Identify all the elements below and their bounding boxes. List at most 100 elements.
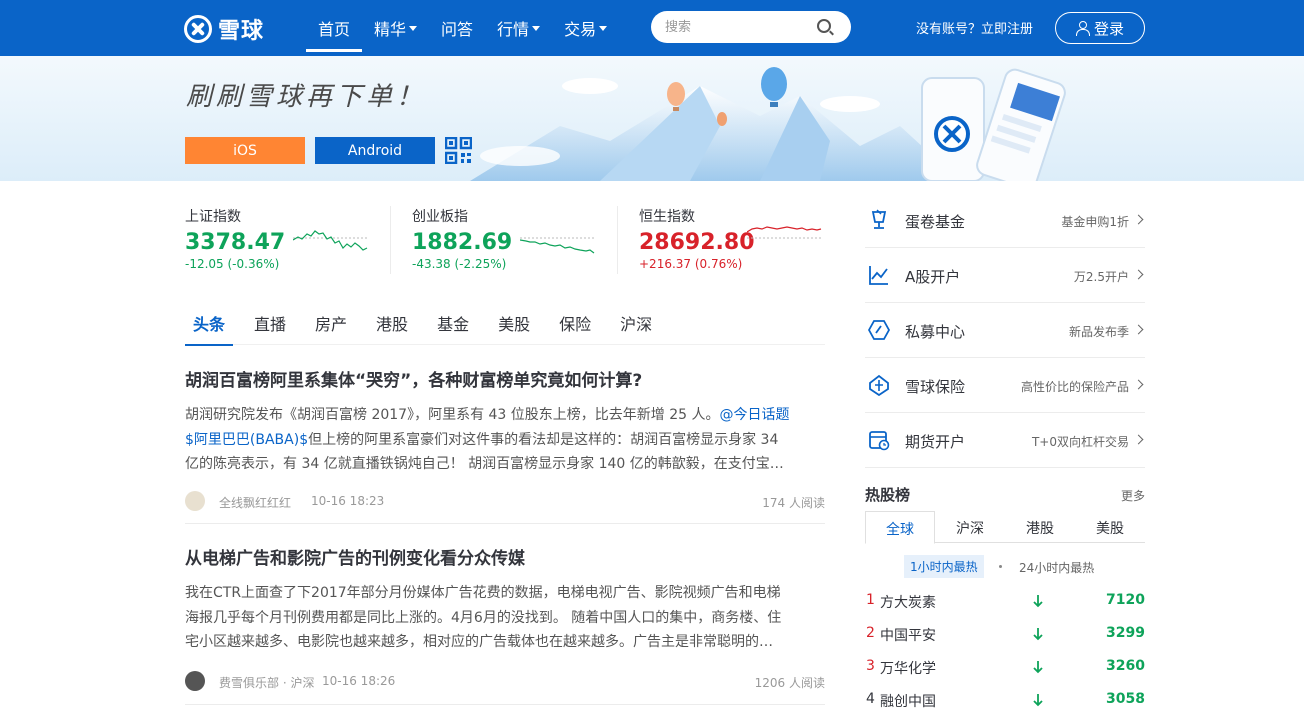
signup-link[interactable]: 没有账号？立即注册 [916, 18, 1033, 37]
article-text: 海报几乎每个月刊例费用都是同比上涨的。4月6月的没找到。 随着中国人口的集中，商… [185, 609, 782, 626]
hot-stocks-tabs: 全球 沪深 港股 美股 [865, 511, 1145, 544]
article-excerpt: 胡润研究院发布《胡润百富榜 2017》，阿里系有 43 位股东上榜，比去年新增 … [185, 403, 825, 477]
index-sparkline-cyb [520, 237, 595, 254]
nav-qa[interactable]: 问答 [429, 0, 485, 56]
service-desc: 高性价比的保险产品 [1020, 380, 1129, 394]
hot-stock-row[interactable]: 2 中国平安 3299 [865, 625, 1145, 645]
search-icon[interactable] [817, 19, 831, 33]
hot-stock-row[interactable]: 3 万华化学 3260 [865, 658, 1145, 678]
stock-rank: 1 [866, 592, 875, 608]
arrow-down-icon [1033, 595, 1043, 608]
index-divider [390, 206, 391, 274]
tab-insurance[interactable]: 保险 [559, 305, 591, 345]
hot-tab-global[interactable]: 全球 [865, 511, 935, 544]
hot-stocks-more-link[interactable]: 更多 [1121, 487, 1145, 504]
arrow-down-icon [1033, 661, 1043, 674]
qr-code-icon[interactable] [445, 137, 472, 164]
arrow-down-icon [1033, 694, 1043, 707]
chevron-right-icon [1133, 379, 1144, 390]
read-count: 1206 人阅读 [754, 675, 825, 690]
read-count: 174 人阅读 [762, 495, 825, 510]
index-card-sh[interactable]: 上证指数 3378.47 -12.05 (-0.36%) [185, 206, 285, 271]
service-name: A股开户 [905, 268, 961, 286]
nav-qa-label: 问答 [441, 20, 474, 39]
tab-live[interactable]: 直播 [254, 305, 286, 345]
index-value: 28692.80 [639, 230, 755, 255]
article-card[interactable]: 从电梯广告和影院广告的刊例变化看分众传媒 我在CTR上面查了下2017年部分月份… [185, 544, 825, 691]
service-item-insurance[interactable]: 雪球保险 高性价比的保险产品 [865, 358, 1145, 413]
futures-icon [869, 431, 890, 451]
stock-name[interactable]: 万华化学 [880, 658, 936, 678]
banner-slogan: 刷刷雪球再下单！ [186, 82, 427, 112]
service-desc: 万2.5开户 [1073, 270, 1129, 284]
article-card[interactable]: 胡润百富榜阿里系集体“哭穷”，各种财富榜单究竟如何计算? 胡润研究院发布《胡润百… [185, 366, 825, 511]
umbrella-icon [869, 374, 889, 396]
nav-home[interactable]: 首页 [306, 0, 363, 56]
post-time: 10-16 18:26 [322, 673, 396, 688]
search-input[interactable] [665, 17, 815, 37]
article-text: 我在CTR上面查了下2017年部分月份媒体广告花费的数据，电梯电视广告、影院视频… [185, 585, 781, 601]
tab-funds[interactable]: 基金 [437, 305, 469, 345]
index-value: 1882.69 [412, 230, 513, 255]
stock-link[interactable]: $阿里巴巴(BABA)$ [185, 432, 308, 448]
stock-rank: 2 [866, 625, 875, 641]
article-text: 宅小区越来越多、电影院也越来越多，相对应的广告载体也在越来越多。广告主是非常聪明… [185, 634, 773, 650]
hot-subtab-1h[interactable]: 1小时内最热 [904, 555, 984, 578]
article-text: 胡润研究院发布《胡润百富榜 2017》，阿里系有 43 位股东上榜，比去年新增 … [185, 407, 720, 423]
stock-name[interactable]: 融创中国 [880, 691, 936, 711]
nav-trade[interactable]: 交易 [552, 0, 619, 56]
chevron-right-icon [1133, 434, 1144, 445]
nav-featured[interactable]: 精华 [362, 0, 429, 56]
logo-text: 雪球 [218, 19, 265, 44]
hot-subtab-24h[interactable]: 24小时内最热 [1019, 559, 1094, 576]
service-item-a-share[interactable]: A股开户 万2.5开户 [865, 248, 1145, 303]
diamond-icon [868, 320, 890, 340]
tab-us[interactable]: 美股 [498, 305, 530, 345]
arrow-down-icon [1033, 628, 1043, 641]
stock-name[interactable]: 方大炭素 [880, 592, 936, 612]
author-name[interactable]: 全线飘红红红 [219, 494, 291, 511]
tab-shsz[interactable]: 沪深 [620, 305, 652, 345]
hot-tab-us[interactable]: 美股 [1075, 511, 1145, 543]
login-label: 登录 [1093, 19, 1124, 38]
hot-tab-hk[interactable]: 港股 [1005, 511, 1075, 543]
nav-market[interactable]: 行情 [485, 0, 552, 56]
topic-link[interactable]: @今日话题 [720, 407, 790, 423]
avatar[interactable] [185, 670, 205, 691]
article-meta: 全线飘红红红 10-16 18:23 174 人阅读 [185, 490, 825, 511]
service-name: 私募中心 [905, 323, 966, 341]
index-card-cyb[interactable]: 创业板指 1882.69 -43.38 (-2.25%) [412, 206, 512, 271]
service-item-futures[interactable]: 期货开户 T+0双向杠杆交易 [865, 413, 1145, 468]
article-title[interactable]: 从电梯广告和影院广告的刊例变化看分众传媒 [185, 544, 825, 569]
tab-realestate[interactable]: 房产 [315, 305, 347, 345]
article-text: 亿的陈亮表示，有 34 亿就直播铁锅炖自己！ 胡润百富榜显示身家 140 亿的韩… [185, 456, 784, 472]
index-name: 创业板指 [412, 209, 468, 225]
login-button[interactable]: 登录 [1055, 12, 1145, 44]
hot-tab-shsz[interactable]: 沪深 [935, 511, 1005, 543]
service-item-private-fund[interactable]: 私募中心 新品发布季 [865, 303, 1145, 358]
android-download-button[interactable]: Android [315, 137, 435, 164]
article-excerpt: 我在CTR上面查了下2017年部分月份媒体广告花费的数据，电梯电视广告、影院视频… [185, 581, 825, 655]
index-card-hsi[interactable]: 恒生指数 28692.80 +216.37 (0.76%) [639, 206, 755, 271]
article-title[interactable]: 胡润百富榜阿里系集体“哭穷”，各种财富榜单究竟如何计算? [185, 366, 825, 391]
avatar[interactable] [185, 490, 205, 511]
ios-download-button[interactable]: iOS [185, 137, 305, 164]
author-name[interactable]: 费雪俱乐部 · 沪深 [219, 674, 314, 691]
hot-stock-row[interactable]: 4 融创中国 3058 [865, 691, 1145, 711]
index-change: -12.05 (-0.36%) [185, 257, 280, 271]
nav-trade-label: 交易 [564, 20, 597, 39]
nav-market-label: 行情 [497, 20, 530, 39]
stock-heat-value: 7120 [1106, 592, 1145, 608]
tab-hk[interactable]: 港股 [376, 305, 408, 345]
service-item-danjuan[interactable]: 蛋卷基金 基金申购1折 [865, 193, 1145, 248]
service-name: 雪球保险 [905, 378, 966, 396]
tab-headlines[interactable]: 头条 [184, 305, 234, 346]
stock-name[interactable]: 中国平安 [880, 625, 936, 645]
article-divider [185, 523, 825, 524]
post-time: 10-16 18:23 [311, 493, 385, 508]
feed-tabs: 头条 直播 房产 港股 基金 美股 保险 沪深 [184, 305, 825, 346]
app-download-banner: 刷刷雪球再下单！ iOS Android [0, 56, 1304, 181]
nav-featured-label: 精华 [374, 20, 407, 39]
hot-stock-row[interactable]: 1 方大炭素 7120 [865, 592, 1145, 612]
logo[interactable]: 雪球 [184, 13, 264, 45]
